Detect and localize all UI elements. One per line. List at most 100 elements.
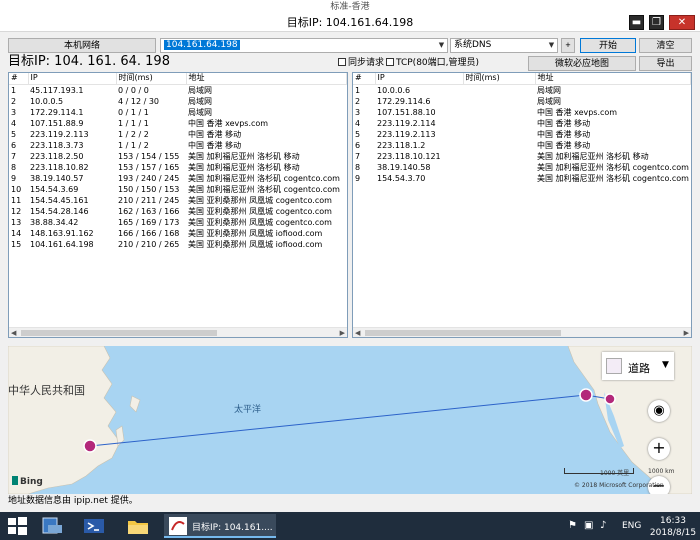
table-row[interactable]: 4 223.119.2.114 中国 香港 移动 bbox=[353, 118, 691, 129]
chevron-down-icon[interactable]: ▼ bbox=[436, 39, 447, 52]
title-bar[interactable]: 目标IP: 104.161.64.198 ▬ ❐ ✕ bbox=[0, 14, 700, 32]
besttrace-icon bbox=[169, 517, 187, 535]
local-network-button[interactable]: 本机网络 bbox=[8, 38, 156, 53]
table-row[interactable]: 8 38.19.140.58 美国 加利福尼亚州 洛杉矶 cogentco.com bbox=[353, 162, 691, 173]
table-row[interactable]: 7 223.118.2.50 153 / 154 / 155 美国 加利福尼亚州 洛杉… bbox=[9, 151, 347, 162]
server-manager-icon[interactable] bbox=[40, 514, 70, 538]
table-row[interactable]: 4 107.151.88.9 1 / 1 / 1 中国 香港 xevps.com bbox=[9, 118, 347, 129]
left-trace-table[interactable]: # IP 时间(ms) 地址 1 45.117.193.1 0 / 0 / 0 局域网… bbox=[8, 72, 348, 338]
table-cell: 美国 加利福尼亚州 洛杉矶 移动 bbox=[537, 151, 649, 161]
table-row[interactable]: 13 38.88.34.42 165 / 169 / 173 美国 亚利桑那州 凤凰城… bbox=[9, 217, 347, 228]
notification-icon[interactable]: ▣ bbox=[584, 520, 593, 531]
clock[interactable]: 16:33 2018/8/15 bbox=[648, 512, 698, 540]
table-row[interactable]: 6 223.118.3.73 1 / 1 / 2 中国 香港 移动 bbox=[9, 140, 347, 151]
table-cell: 223.119.2.113 bbox=[377, 129, 436, 139]
scroll-left-icon[interactable]: ◀ bbox=[11, 328, 16, 337]
checkbox-icon[interactable] bbox=[338, 58, 346, 66]
table-row[interactable]: 1 45.117.193.1 0 / 0 / 0 局域网 bbox=[9, 84, 347, 96]
col-header[interactable]: 地址 bbox=[186, 73, 347, 85]
minimize-icon[interactable]: ▬ bbox=[629, 15, 644, 30]
chevron-down-icon[interactable]: ▼ bbox=[546, 39, 557, 52]
start-button[interactable] bbox=[6, 514, 34, 538]
scroll-right-icon[interactable]: ▶ bbox=[684, 328, 689, 337]
table-row[interactable]: 3 172.29.114.1 0 / 1 / 1 局域网 bbox=[9, 107, 347, 118]
sync-request-checkbox[interactable]: 同步请求 bbox=[338, 58, 384, 68]
target-combo[interactable]: 104.161.64.198 ▼ bbox=[160, 38, 448, 53]
locate-icon[interactable]: ◉ bbox=[648, 400, 670, 422]
taskbar-app-besttrace[interactable]: 目标IP: 104.161.... bbox=[164, 514, 276, 538]
table-cell: 1 / 1 / 2 bbox=[118, 140, 149, 150]
col-header[interactable]: # bbox=[353, 73, 376, 85]
table-cell: 172.29.114.6 bbox=[377, 96, 431, 106]
table-row[interactable]: 12 154.54.28.146 162 / 163 / 166 美国 亚利桑那州 凤… bbox=[9, 206, 347, 217]
col-header[interactable]: 时间(ms) bbox=[116, 73, 187, 85]
table-row[interactable]: 6 223.118.1.2 中国 香港 移动 bbox=[353, 140, 691, 151]
hop-marker[interactable] bbox=[604, 393, 616, 405]
table-row[interactable]: 14 148.163.91.162 166 / 166 / 168 美国 亚利桑那州 … bbox=[9, 228, 347, 239]
tcp-label: TCP(80端口,管理员) bbox=[396, 58, 480, 68]
start-button[interactable]: 开始 bbox=[580, 38, 636, 53]
col-header[interactable]: 地址 bbox=[535, 73, 691, 85]
table-row[interactable]: 15 104.161.64.198 210 / 210 / 265 美国 亚利桑那州 … bbox=[9, 239, 347, 250]
dns-combo[interactable]: 系统DNS ▼ bbox=[450, 38, 558, 53]
table-cell: 153 / 157 / 165 bbox=[118, 162, 180, 172]
scroll-thumb[interactable] bbox=[365, 330, 561, 336]
clear-button[interactable]: 清空 bbox=[639, 38, 692, 53]
restore-icon[interactable]: ❐ bbox=[649, 15, 664, 30]
table-row[interactable]: 9 154.54.3.70 美国 加利福尼亚州 洛杉矶 cogentco.com bbox=[353, 173, 691, 184]
table-row[interactable]: 2 172.29.114.6 局域网 bbox=[353, 96, 691, 107]
table-cell: 107.151.88.9 bbox=[30, 118, 84, 128]
table-cell: 中国 香港 移动 bbox=[537, 118, 591, 128]
volume-icon[interactable]: ♪ bbox=[600, 520, 606, 531]
route-map[interactable]: 中华人民共和国 太平洋 道路 ▼ ◉ + − Bing 1000 英里 1000… bbox=[8, 346, 692, 494]
col-header[interactable]: IP bbox=[375, 73, 464, 85]
file-explorer-icon[interactable] bbox=[126, 514, 156, 538]
table-row[interactable]: 5 223.119.2.113 1 / 2 / 2 中国 香港 移动 bbox=[9, 129, 347, 140]
col-header[interactable]: IP bbox=[28, 73, 117, 85]
tcp-checkbox[interactable]: TCP(80端口,管理员) bbox=[386, 58, 479, 68]
zoom-in-icon[interactable]: + bbox=[648, 438, 670, 460]
taskbar: 目标IP: 104.161.... ⚑ ▣ ♪ ENG 16:33 2018/8… bbox=[0, 512, 700, 540]
scroll-right-icon[interactable]: ▶ bbox=[340, 328, 345, 337]
hop-marker[interactable] bbox=[83, 439, 97, 453]
col-header[interactable]: 时间(ms) bbox=[463, 73, 536, 85]
clock-date: 2018/8/15 bbox=[649, 528, 697, 538]
table-cell: 局域网 bbox=[537, 96, 561, 106]
table-row[interactable]: 9 38.19.140.57 193 / 240 / 245 美国 加利福尼亚州 洛杉… bbox=[9, 173, 347, 184]
horizontal-scrollbar[interactable]: ◀ ▶ bbox=[353, 327, 691, 337]
table-row[interactable]: 5 223.119.2.113 中国 香港 移动 bbox=[353, 129, 691, 140]
close-icon[interactable]: ✕ bbox=[669, 15, 695, 30]
table-row[interactable]: 7 223.118.10.121 美国 加利福尼亚州 洛杉矶 移动 bbox=[353, 151, 691, 162]
table-row[interactable]: 10 154.54.3.69 150 / 150 / 153 美国 加利福尼亚州 洛杉… bbox=[9, 184, 347, 195]
table-cell: 4 / 12 / 30 bbox=[118, 96, 160, 106]
chevron-down-icon[interactable]: ▼ bbox=[662, 360, 669, 370]
table-cell: 美国 加利福尼亚州 洛杉矶 cogentco.com bbox=[537, 173, 689, 183]
scroll-left-icon[interactable]: ◀ bbox=[355, 328, 360, 337]
powershell-icon[interactable] bbox=[82, 514, 112, 538]
table-cell: 38.88.34.42 bbox=[30, 217, 79, 227]
table-cell: 6 bbox=[11, 140, 17, 150]
horizontal-scrollbar[interactable]: ◀ ▶ bbox=[9, 327, 347, 337]
table-row[interactable]: 11 154.54.45.161 210 / 211 / 245 美国 亚利桑那州 凤… bbox=[9, 195, 347, 206]
export-button[interactable]: 导出 bbox=[639, 56, 692, 71]
table-row[interactable]: 3 107.151.88.10 中国 香港 xevps.com bbox=[353, 107, 691, 118]
scroll-thumb[interactable] bbox=[21, 330, 217, 336]
network-icon[interactable]: ⚑ bbox=[568, 520, 577, 531]
bing-map-button[interactable]: 微软必应地图 bbox=[528, 56, 636, 71]
china-label: 中华人民共和国 bbox=[8, 384, 85, 397]
table-cell: 1 bbox=[11, 85, 17, 95]
hop-marker[interactable] bbox=[579, 388, 593, 402]
table-row[interactable]: 1 10.0.0.6 局域网 bbox=[353, 84, 691, 96]
right-trace-table[interactable]: # IP 时间(ms) 地址 1 10.0.0.6 局域网 2 172.29.114.6… bbox=[352, 72, 692, 338]
table-row[interactable]: 8 223.118.10.82 153 / 157 / 165 美国 加利福尼亚州 洛… bbox=[9, 162, 347, 173]
table-row[interactable]: 2 10.0.0.5 4 / 12 / 30 局域网 bbox=[9, 96, 347, 107]
checkbox-icon[interactable] bbox=[386, 58, 394, 66]
add-button[interactable]: + bbox=[561, 38, 575, 53]
table-cell: 7 bbox=[11, 151, 17, 161]
table-cell: 223.118.10.121 bbox=[377, 151, 441, 161]
map-style-selector[interactable]: 道路 ▼ bbox=[602, 352, 674, 380]
roads-label: 道路 bbox=[628, 362, 650, 375]
language-indicator[interactable]: ENG bbox=[622, 512, 642, 540]
col-header[interactable]: # bbox=[9, 73, 29, 85]
table-cell: 美国 亚利桑那州 凤凰城 cogentco.com bbox=[188, 195, 332, 205]
